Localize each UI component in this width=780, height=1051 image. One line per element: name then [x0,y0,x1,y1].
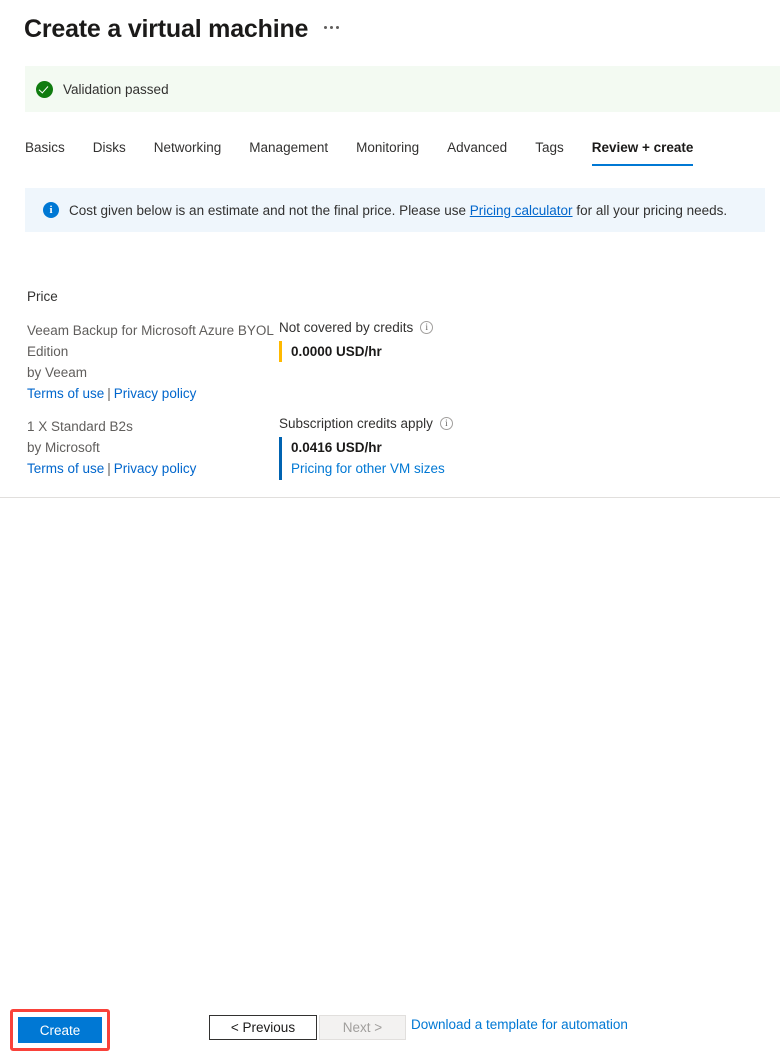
validation-message: Validation passed [63,81,169,97]
more-options-icon[interactable] [324,25,340,33]
offer-name: 1 X Standard B2s [27,419,133,434]
terms-of-use-link[interactable]: Terms of use [27,386,104,401]
tab-disks[interactable]: Disks [79,140,140,166]
info-circle-icon: i [43,202,59,218]
download-template-link[interactable]: Download a template for automation [411,1017,628,1032]
wizard-footer: Create < Previous Next > Download a temp… [0,498,780,1051]
offer-details: Veeam Backup for Microsoft Azure BYOL Ed… [27,320,279,404]
privacy-policy-link[interactable]: Privacy policy [114,461,197,476]
create-button[interactable]: Create [18,1017,102,1043]
price-row: Veeam Backup for Microsoft Azure BYOL Ed… [27,320,757,404]
tab-advanced[interactable]: Advanced [433,140,521,166]
info-text-after: for all your pricing needs. [576,202,728,218]
cost-label-row: Not covered by credits i [279,320,757,335]
previous-button[interactable]: < Previous [209,1015,317,1040]
wizard-nav-buttons: < Previous Next > [209,1015,406,1040]
tab-review-create[interactable]: Review + create [578,140,708,166]
terms-of-use-link[interactable]: Terms of use [27,461,104,476]
ellipsis-dot [330,25,334,29]
next-button: Next > [319,1015,406,1040]
cost-value: 0.0416 USD/hr [291,440,382,455]
link-separator: | [107,461,111,476]
page-title: Create a virtual machine [24,15,309,43]
cost-value-bar: 0.0416 USD/hr Pricing for other VM sizes [279,437,757,480]
tab-networking[interactable]: Networking [140,140,236,166]
cost-value-bar: 0.0000 USD/hr [279,341,757,362]
offer-legal-links: Terms of use | Privacy policy [27,458,279,479]
offer-cost: Not covered by credits i 0.0000 USD/hr [279,320,757,404]
offer-details: 1 X Standard B2s by Microsoft Terms of u… [27,416,279,480]
pricing-other-vm-sizes-link[interactable]: Pricing for other VM sizes [291,458,757,480]
tab-tags[interactable]: Tags [521,140,578,166]
price-section-heading: Price [27,289,58,304]
wizard-tabs: Basics Disks Networking Management Monit… [25,140,707,166]
cost-estimate-info-banner: i Cost given below is an estimate and no… [25,188,765,232]
tab-management[interactable]: Management [235,140,342,166]
info-icon[interactable]: i [420,321,434,334]
link-separator: | [107,386,111,401]
cost-label-row: Subscription credits apply i [279,416,757,431]
offer-legal-links: Terms of use | Privacy policy [27,383,279,404]
cost-label: Not covered by credits [279,320,414,335]
create-button-highlight: Create [10,1009,110,1051]
tab-monitoring[interactable]: Monitoring [342,140,433,166]
info-banner-text: Cost given below is an estimate and not … [69,203,727,218]
ellipsis-dot [336,25,340,29]
offer-publisher: by Veeam [27,365,88,380]
ellipsis-dot [324,25,328,29]
cost-label: Subscription credits apply [279,416,433,431]
validation-banner: Validation passed [25,66,780,112]
price-table: Veeam Backup for Microsoft Azure BYOL Ed… [27,320,757,492]
offer-cost: Subscription credits apply i 0.0416 USD/… [279,416,757,480]
privacy-policy-link[interactable]: Privacy policy [114,386,197,401]
price-row: 1 X Standard B2s by Microsoft Terms of u… [27,416,757,480]
page-header: Create a virtual machine [0,0,780,48]
offer-name: Veeam Backup for Microsoft Azure BYOL Ed… [27,323,274,359]
info-text-before: Cost given below is an estimate and not … [69,202,466,218]
info-icon[interactable]: i [439,417,453,430]
check-circle-icon [36,80,53,98]
cost-value: 0.0000 USD/hr [291,344,382,359]
tab-basics[interactable]: Basics [25,140,79,166]
offer-publisher: by Microsoft [27,440,100,455]
pricing-calculator-link[interactable]: Pricing calculator [470,203,573,218]
